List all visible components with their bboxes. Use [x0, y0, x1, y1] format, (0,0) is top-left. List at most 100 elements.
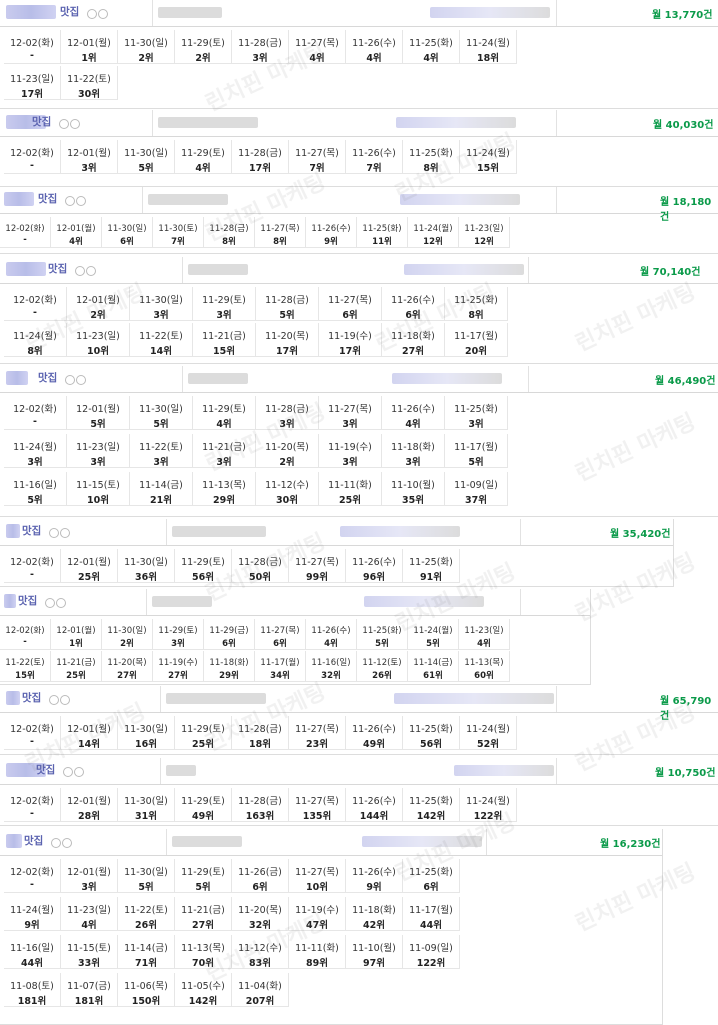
address-blur — [172, 836, 242, 847]
rank-value: 6위 — [252, 882, 268, 893]
rank-cell: 11-30(일) 6위 — [102, 217, 153, 248]
rank-date: 11-24(월) — [466, 38, 510, 49]
rank-cell: 11-19(수) 17위 — [319, 323, 382, 357]
rank-cell: 11-12(수) 30위 — [256, 472, 319, 506]
rank-cell: 11-27(목) 8위 — [255, 217, 306, 248]
info-icon[interactable] — [75, 266, 85, 276]
rank-cell: 11-24(월) 52위 — [460, 716, 517, 750]
pin-icon[interactable] — [74, 767, 84, 777]
pin-icon[interactable] — [76, 375, 86, 385]
address-blur — [158, 7, 222, 18]
rank-cell: 11-30(일) 5위 — [118, 859, 175, 893]
rank-value: 5위 — [138, 163, 154, 174]
rank-value: 4위 — [216, 419, 232, 430]
place-name-blur — [340, 526, 460, 537]
info-icon[interactable] — [49, 528, 59, 538]
rank-date: 11-04(화) — [238, 981, 282, 992]
rank-value: 50위 — [249, 572, 271, 583]
rank-value: 5위 — [138, 882, 154, 893]
monthly-search-volume: 월 70,140건 — [640, 267, 701, 278]
divider — [160, 686, 161, 712]
rank-value: 44위 — [21, 958, 43, 969]
pin-icon[interactable] — [98, 9, 108, 19]
address-blur — [188, 373, 248, 384]
rank-value: 163위 — [245, 811, 275, 822]
info-icon[interactable] — [65, 375, 75, 385]
rank-date: 11-28(금) — [238, 557, 282, 568]
info-icon[interactable] — [65, 196, 75, 206]
rank-cell: 11-12(토) 26위 — [357, 651, 408, 682]
rank-value: 21위 — [150, 495, 172, 506]
place-name-blur — [362, 836, 482, 847]
rank-cell: 11-27(목) 135위 — [289, 788, 346, 822]
pin-icon[interactable] — [70, 119, 80, 129]
rank-value: 5위 — [195, 882, 211, 893]
keyword-tag: 맛집 — [22, 692, 42, 704]
pin-icon[interactable] — [86, 266, 96, 276]
rank-date: 11-24(월) — [466, 724, 510, 735]
rank-date: 11-28(금) — [238, 796, 282, 807]
keyword-blur — [6, 5, 56, 19]
rank-date: 11-15(토) — [67, 943, 111, 954]
rank-value: 5위 — [153, 419, 169, 430]
rank-value: 27위 — [168, 671, 188, 681]
rank-value: - — [30, 160, 34, 171]
pin-icon[interactable] — [60, 528, 70, 538]
rank-value: 6위 — [405, 310, 421, 321]
divider — [520, 519, 521, 545]
keyword-blur — [6, 524, 20, 538]
rank-value: 96위 — [363, 572, 385, 583]
info-icon[interactable] — [87, 9, 97, 19]
info-icon[interactable] — [63, 767, 73, 777]
rank-value: 2위 — [90, 310, 106, 321]
address-blur — [172, 526, 266, 537]
rank-cell: 11-24(월) 18위 — [460, 30, 517, 64]
rank-cell: 11-27(목) 10위 — [289, 859, 346, 893]
rank-cell: 11-22(토) 15위 — [0, 651, 51, 682]
rank-date: 11-24(월) — [10, 905, 54, 916]
rank-value: 34위 — [270, 671, 290, 681]
section-header: 맛집 월 40,030건 — [0, 110, 718, 137]
rank-value: 20위 — [465, 346, 487, 357]
rank-cell: 11-15(토) 10위 — [67, 472, 130, 506]
pin-icon[interactable] — [76, 196, 86, 206]
rank-cell: 11-25(화) 8위 — [403, 140, 460, 174]
rank-date: 11-30(일) — [124, 148, 168, 159]
rank-cell: 11-09(일) 37위 — [445, 472, 508, 506]
place-name-blur — [454, 765, 554, 776]
divider — [556, 686, 557, 712]
rank-value: 7위 — [171, 237, 185, 247]
rank-date: 11-19(수) — [328, 331, 372, 342]
info-icon[interactable] — [49, 695, 59, 705]
rank-value: 28위 — [78, 811, 100, 822]
rank-date: 11-23(일) — [10, 74, 54, 85]
divider — [556, 110, 557, 136]
info-icon[interactable] — [45, 598, 55, 608]
rank-cell: 11-26(수) 7위 — [346, 140, 403, 174]
info-icon[interactable] — [51, 838, 61, 848]
rank-date: 11-24(월) — [413, 626, 453, 636]
rank-cell: 12-01(월) 14위 — [61, 716, 118, 750]
rank-value: 142위 — [416, 811, 446, 822]
rank-value: 3위 — [171, 639, 185, 649]
ranking-section: 맛집 월 46,490건 12-02(화) - 12-01(월) 5위 11-30(일) 5위… — [0, 366, 718, 517]
pin-icon[interactable] — [56, 598, 66, 608]
rank-value: 3위 — [27, 457, 43, 468]
rank-date: 11-27(목) — [295, 796, 339, 807]
rank-date: 11-26(금) — [238, 867, 282, 878]
rank-value: - — [30, 808, 34, 819]
rank-date: 12-01(월) — [56, 626, 96, 636]
rank-date: 11-15(토) — [76, 480, 120, 491]
rank-date: 11-18(화) — [209, 658, 249, 668]
rank-cell: 11-18(화) 27위 — [382, 323, 445, 357]
rank-value: 42위 — [363, 920, 385, 931]
info-icon[interactable] — [59, 119, 69, 129]
rank-value: 3위 — [342, 457, 358, 468]
pin-icon[interactable] — [62, 838, 72, 848]
pin-icon[interactable] — [60, 695, 70, 705]
rank-date: 11-29(토) — [181, 557, 225, 568]
rank-date: 11-23(일) — [76, 331, 120, 342]
rank-value: 2위 — [279, 457, 295, 468]
rank-date: 11-28(금) — [238, 724, 282, 735]
rank-cell: 11-22(토) 30위 — [61, 66, 118, 100]
